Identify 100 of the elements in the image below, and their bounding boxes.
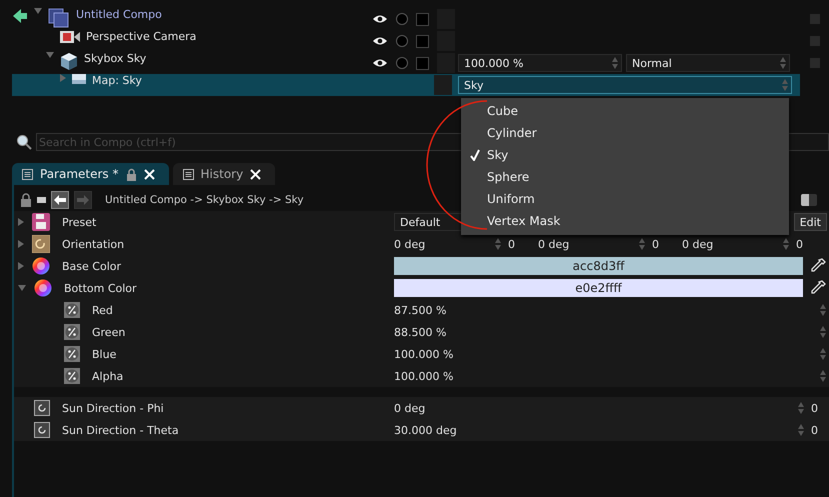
expand-icon[interactable]: [60, 74, 66, 82]
lock-toggle[interactable]: [416, 34, 429, 48]
list-icon: [182, 168, 194, 180]
angle-value[interactable]: 30.000 deg: [394, 424, 457, 436]
spinner-icon[interactable]: [819, 369, 827, 383]
color-field[interactable]: acc8d3ff: [394, 257, 803, 275]
spinner-icon[interactable]: [819, 325, 827, 339]
lock-icon[interactable]: [20, 193, 32, 207]
left-arrow-icon: [54, 195, 66, 205]
parameter-name: Alpha: [92, 370, 124, 382]
expand-icon[interactable]: [18, 262, 24, 270]
menu-item[interactable]: Uniform: [461, 188, 789, 210]
search-icon[interactable]: [16, 134, 32, 150]
checkbox[interactable]: [810, 58, 820, 68]
eye-icon[interactable]: [372, 36, 388, 46]
color-field[interactable]: e0e2ffff: [394, 279, 803, 297]
percent-icon: [64, 324, 80, 340]
angle-value[interactable]: 0 deg: [394, 238, 488, 250]
step-value: 0: [811, 424, 819, 436]
forward-button[interactable]: [74, 191, 92, 209]
image-icon: [37, 197, 46, 203]
expand-icon[interactable]: [18, 285, 26, 291]
step-value: 0: [811, 402, 819, 414]
tree-row[interactable]: Perspective Camera: [12, 30, 800, 52]
expand-icon[interactable]: [18, 218, 24, 226]
lock-icon[interactable]: [126, 168, 136, 180]
solo-toggle[interactable]: [396, 57, 408, 69]
tab[interactable]: Parameters *: [12, 163, 168, 185]
tree-row[interactable]: Skybox Sky 100.000 % Normal: [12, 52, 800, 74]
menu-item[interactable]: Vertex Mask: [461, 210, 789, 232]
edit-button[interactable]: Edit: [794, 213, 827, 231]
list-icon: [22, 168, 33, 180]
cube-icon: [60, 52, 78, 70]
image-icon: [72, 74, 86, 84]
tab[interactable]: History: [172, 163, 276, 185]
layer-name: Skybox Sky: [84, 52, 146, 67]
parameter-name: Bottom Color: [64, 282, 137, 294]
percent-icon: [64, 368, 80, 384]
spinner-icon[interactable]: [779, 56, 787, 70]
eye-icon[interactable]: [372, 58, 388, 68]
breadcrumb: Untitled Compo -> Skybox Sky -> Sky: [105, 194, 304, 206]
percent-icon: [64, 346, 80, 362]
opacity-field[interactable]: 100.000 %: [458, 54, 622, 72]
step-value: 0: [652, 238, 660, 250]
layer-name: Perspective Camera: [86, 30, 196, 45]
rotate-icon: [32, 235, 50, 253]
color-swatch[interactable]: [434, 75, 452, 95]
solo-toggle[interactable]: [396, 35, 408, 47]
blend-mode-select[interactable]: Normal: [626, 54, 790, 72]
angle-value[interactable]: 0 deg: [682, 238, 776, 250]
parameter-name: Green: [92, 326, 126, 338]
percent-value[interactable]: 88.500 %: [394, 326, 446, 338]
spinner-icon[interactable]: [797, 401, 805, 415]
step-value: 0: [508, 238, 516, 250]
spinner-icon[interactable]: [611, 56, 619, 70]
expand-icon[interactable]: [18, 240, 24, 248]
angle-value[interactable]: 0 deg: [394, 402, 426, 414]
spinner-icon[interactable]: [494, 237, 502, 251]
spinner-icon[interactable]: [638, 237, 646, 251]
parameter-name: Orientation: [62, 238, 124, 250]
parameter-name: Red: [92, 304, 113, 316]
checkbox[interactable]: [810, 14, 820, 24]
percent-value[interactable]: 100.000 %: [394, 370, 454, 382]
solo-toggle[interactable]: [396, 13, 408, 25]
map-type-select[interactable]: Sky: [458, 76, 792, 94]
camera-icon: [60, 30, 80, 44]
rotate-icon: [34, 422, 50, 438]
tree-row[interactable]: Map: Sky Sky: [12, 74, 800, 96]
color-wheel-icon: [34, 279, 52, 297]
spinner-icon[interactable]: [781, 78, 789, 92]
tree-row[interactable]: Untitled Compo: [12, 8, 800, 30]
percent-value[interactable]: 100.000 %: [394, 348, 454, 360]
parameter-name: Sun Direction - Theta: [62, 424, 179, 436]
percent-value[interactable]: 87.500 %: [394, 304, 446, 316]
spinner-icon[interactable]: [797, 423, 805, 437]
layer-name: Map: Sky: [92, 74, 142, 89]
rotate-icon: [34, 400, 50, 416]
close-icon[interactable]: [144, 168, 154, 180]
close-icon[interactable]: [250, 168, 262, 180]
layer-name: Untitled Compo: [76, 8, 162, 23]
toggle[interactable]: [801, 194, 817, 206]
spinner-icon[interactable]: [819, 347, 827, 361]
expand-icon[interactable]: [34, 8, 42, 14]
percent-icon: [64, 302, 80, 318]
spinner-icon[interactable]: [819, 303, 827, 317]
lock-toggle[interactable]: [416, 12, 429, 26]
menu-item[interactable]: Sphere: [461, 166, 789, 188]
angle-value[interactable]: 0 deg: [538, 238, 632, 250]
spinner-icon[interactable]: [782, 237, 790, 251]
expand-icon[interactable]: [46, 52, 54, 58]
parameter-name: Blue: [92, 348, 116, 360]
color-swatch[interactable]: [437, 53, 455, 73]
checkbox[interactable]: [810, 36, 820, 46]
lock-toggle[interactable]: [416, 56, 429, 70]
eye-icon[interactable]: [372, 14, 388, 24]
back-button[interactable]: [51, 191, 69, 209]
back-arrow-icon[interactable]: [12, 8, 28, 24]
parameter-name: Preset: [62, 216, 96, 228]
menu-item[interactable]: Cube: [461, 100, 789, 122]
layers-icon: [48, 8, 70, 28]
